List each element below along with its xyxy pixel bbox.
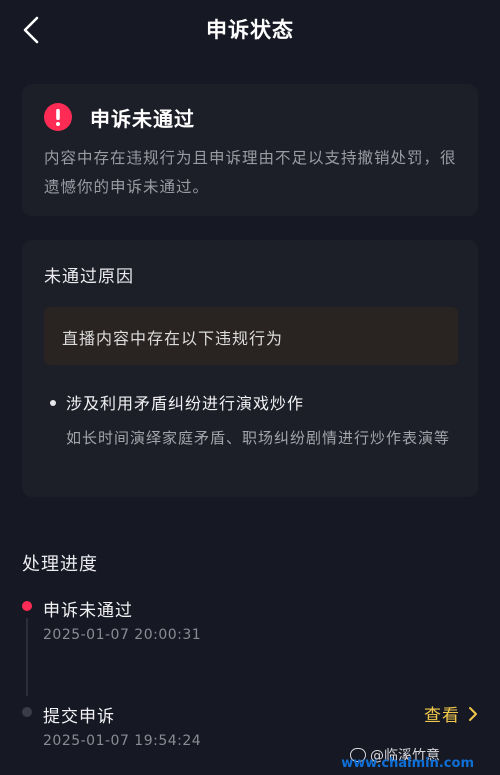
- view-label: 查看: [424, 706, 460, 726]
- violation-description: 如长时间演绎家庭矛盾、职场纠纷剧情进行炒作表演等: [66, 429, 451, 447]
- step-label: 提交申诉: [43, 707, 115, 727]
- progress-title: 处理进度: [22, 554, 98, 575]
- watermark-url: www.chalmin.com: [341, 756, 474, 771]
- header: 申诉状态: [0, 0, 500, 60]
- reason-box-text: 直播内容中存在以下违规行为: [62, 329, 284, 348]
- chevron-right-icon: [469, 706, 477, 721]
- step-time: 2025-01-07 19:54:24: [43, 733, 202, 749]
- bullet-icon: [50, 400, 56, 406]
- view-button[interactable]: 查看: [424, 701, 478, 726]
- status-description: 内容中存在违规行为且申诉理由不足以支持撤销处罚，很遗憾你的申诉未通过。: [44, 149, 457, 196]
- page-title: 申诉状态: [206, 18, 294, 42]
- status-card: 申诉未通过 内容中存在违规行为且申诉理由不足以支持撤销处罚，很遗憾你的申诉未通过…: [22, 84, 478, 216]
- exclamation-circle-icon: [44, 103, 72, 131]
- violation-title: 涉及利用矛盾纠纷进行演戏炒作: [66, 394, 305, 413]
- reason-title: 未通过原因: [44, 267, 134, 287]
- step-time: 2025-01-07 20:00:31: [43, 627, 202, 643]
- reason-box: 直播内容中存在以下违规行为: [44, 307, 458, 365]
- status-dot-icon: [22, 601, 32, 611]
- step-label: 申诉未通过: [43, 601, 133, 621]
- status-title: 申诉未通过: [90, 106, 195, 131]
- status-dot-icon: [22, 707, 32, 717]
- reason-card: 未通过原因 直播内容中存在以下违规行为 涉及利用矛盾纠纷进行演戏炒作 如长时间演…: [22, 240, 478, 497]
- status-header: 申诉未通过: [44, 102, 195, 132]
- timeline-line: [26, 618, 28, 696]
